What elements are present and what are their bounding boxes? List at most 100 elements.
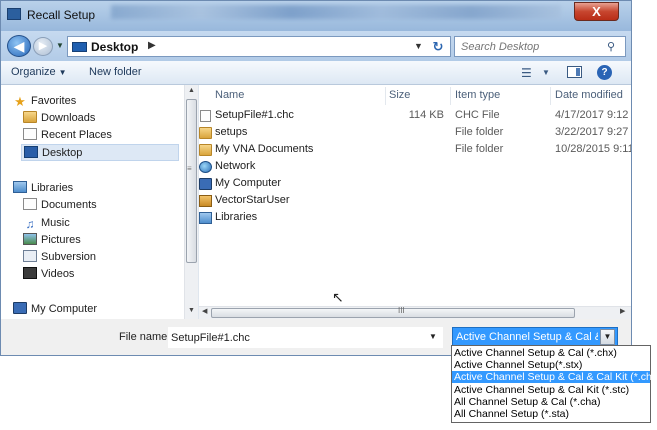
search-input[interactable] bbox=[461, 39, 599, 54]
nav-favorites-label: Favorites bbox=[31, 95, 77, 107]
navigation-row: ◀ ▶ ▼ Desktop ▶ ▼ ↻ ⚲ bbox=[1, 31, 631, 61]
music-icon: ♫ bbox=[25, 217, 35, 231]
search-box[interactable]: ⚲ bbox=[454, 36, 626, 57]
file-type-option[interactable]: Active Channel Setup(*.stx) bbox=[452, 359, 650, 371]
nav-my-computer[interactable]: My Computer bbox=[13, 301, 97, 318]
nav-scroll-thumb[interactable] bbox=[186, 99, 197, 263]
scroll-up-arrow-icon[interactable]: ▲ bbox=[188, 87, 195, 94]
column-divider[interactable] bbox=[450, 87, 451, 105]
file-name-dropdown-icon[interactable]: ▼ bbox=[429, 332, 437, 341]
scroll-left-arrow-icon[interactable]: ◀ bbox=[202, 307, 207, 315]
scroll-grip: III bbox=[398, 306, 405, 315]
nav-item-subversion[interactable]: Subversion bbox=[23, 249, 96, 266]
file-row[interactable]: Libraries bbox=[199, 210, 631, 227]
organize-label: Organize bbox=[11, 66, 56, 78]
organize-chevron-down-icon: ▼ bbox=[58, 68, 67, 77]
nav-item-label: Documents bbox=[41, 199, 97, 211]
forward-button[interactable]: ▶ bbox=[33, 37, 53, 56]
address-dropdown-icon[interactable]: ▼ bbox=[414, 41, 423, 51]
view-options-icon[interactable]: ☰ bbox=[521, 66, 532, 80]
nav-item-pictures[interactable]: Pictures bbox=[23, 232, 81, 249]
nav-item-videos[interactable]: Videos bbox=[23, 266, 74, 283]
file-type-filter-value: Active Channel Setup & Cal & I bbox=[456, 331, 598, 343]
file-icon bbox=[200, 110, 211, 122]
column-header-size[interactable]: Size bbox=[389, 89, 410, 101]
file-type-filter-select[interactable]: Active Channel Setup & Cal & I ▼ bbox=[452, 327, 618, 347]
nav-item-documents[interactable]: Documents bbox=[23, 197, 97, 214]
nav-item-downloads[interactable]: Downloads bbox=[23, 110, 95, 127]
file-type-option[interactable]: Active Channel Setup & Cal (*.chx) bbox=[452, 347, 650, 359]
file-row[interactable]: SetupFile#1.chc 114 KB CHC File 4/17/2017 9… bbox=[199, 108, 631, 125]
close-button[interactable]: X bbox=[574, 2, 619, 21]
nav-pane-scrollbar[interactable]: ▲ ▼ bbox=[184, 85, 198, 319]
breadcrumb-chevron-icon[interactable]: ▶ bbox=[148, 40, 156, 51]
subversion-icon bbox=[23, 250, 37, 262]
file-name: My Computer bbox=[215, 177, 282, 189]
column-header-name[interactable]: Name bbox=[215, 89, 244, 101]
breadcrumb-location[interactable]: Desktop bbox=[91, 40, 138, 54]
address-bar[interactable]: Desktop ▶ ▼ bbox=[67, 36, 451, 57]
videos-icon bbox=[23, 267, 37, 279]
nav-item-label: Subversion bbox=[41, 251, 97, 263]
documents-icon bbox=[23, 198, 37, 210]
desktop-icon bbox=[72, 42, 87, 52]
file-list: Name Size Item type Date modified SetupF… bbox=[199, 85, 631, 306]
recall-setup-dialog: Recall Setup X ◀ ▶ ▼ Desktop ▶ ▼ ↻ ⚲ Org… bbox=[0, 0, 632, 356]
window-icon bbox=[7, 8, 21, 20]
refresh-icon: ↻ bbox=[432, 39, 444, 54]
view-chevron-down-icon[interactable]: ▼ bbox=[542, 68, 550, 77]
file-list-horizontal-scrollbar[interactable]: ◀ III ▶ bbox=[199, 306, 631, 319]
file-name: setups bbox=[215, 126, 248, 138]
column-header-date-modified[interactable]: Date modified bbox=[555, 89, 623, 101]
recent-locations-chevron-icon[interactable]: ▼ bbox=[56, 41, 64, 50]
file-type-option[interactable]: Active Channel Setup & Cal Kit (*.stc) bbox=[452, 384, 650, 396]
column-header-item-type[interactable]: Item type bbox=[455, 89, 500, 101]
nav-libraries-label: Libraries bbox=[31, 182, 74, 194]
recent-places-icon bbox=[23, 128, 37, 140]
nav-item-label: Videos bbox=[41, 268, 75, 280]
folder-icon bbox=[199, 127, 212, 139]
file-type-option[interactable]: Active Channel Setup & Cal & Cal Kit (*.… bbox=[452, 371, 657, 384]
nav-favorites[interactable]: ★ Favorites bbox=[13, 93, 76, 110]
horizontal-scroll-thumb[interactable]: III bbox=[211, 306, 575, 318]
file-date: 4/17/2017 9:12 A bbox=[555, 109, 631, 121]
nav-item-music[interactable]: ♫ Music bbox=[23, 215, 70, 232]
new-folder-button[interactable]: New folder bbox=[89, 66, 142, 78]
file-name: Libraries bbox=[215, 211, 258, 223]
folder-icon bbox=[199, 144, 212, 156]
file-type-option[interactable]: All Channel Setup (*.sta) bbox=[452, 408, 650, 420]
nav-libraries[interactable]: Libraries bbox=[13, 180, 73, 197]
column-divider[interactable] bbox=[385, 87, 386, 105]
help-icon[interactable]: ? bbox=[597, 65, 612, 80]
back-button[interactable]: ◀ bbox=[7, 35, 31, 57]
file-size: 114 KB bbox=[408, 109, 444, 121]
file-row[interactable]: Network bbox=[199, 159, 631, 176]
organize-button[interactable]: Organize ▼ bbox=[11, 66, 67, 78]
preview-pane-icon[interactable] bbox=[567, 66, 582, 78]
file-row[interactable]: My VNA Documents File folder 10/28/2015 9:… bbox=[199, 142, 631, 159]
file-row[interactable]: VectorStarUser bbox=[199, 193, 631, 210]
file-date: 3/22/2017 9:27 A bbox=[555, 126, 631, 138]
desktop-icon bbox=[24, 146, 38, 158]
file-name: VectorStarUser bbox=[215, 194, 290, 206]
refresh-button[interactable]: ↻ bbox=[429, 38, 447, 55]
scroll-down-arrow-icon[interactable]: ▼ bbox=[188, 307, 195, 314]
file-name-input[interactable] bbox=[171, 330, 421, 345]
column-divider[interactable] bbox=[550, 87, 551, 105]
file-type-option[interactable]: All Channel Setup & Cal (*.cha) bbox=[452, 396, 650, 408]
nav-item-label: Downloads bbox=[41, 112, 96, 124]
file-name: SetupFile#1.chc bbox=[215, 109, 294, 121]
user-folder-icon bbox=[199, 195, 212, 207]
search-icon[interactable]: ⚲ bbox=[607, 40, 615, 53]
scroll-right-arrow-icon[interactable]: ▶ bbox=[620, 307, 625, 315]
nav-item-desktop[interactable]: Desktop bbox=[21, 144, 179, 161]
nav-item-label: Recent Places bbox=[41, 129, 112, 141]
pictures-icon bbox=[23, 233, 37, 245]
filter-chevron-down-icon[interactable]: ▼ bbox=[600, 329, 615, 345]
file-row[interactable]: My Computer bbox=[199, 176, 631, 193]
downloads-folder-icon bbox=[23, 111, 37, 123]
pane-splitter-grip[interactable]: ≡ bbox=[187, 164, 192, 173]
nav-item-recent-places[interactable]: Recent Places bbox=[23, 127, 112, 144]
file-name-combobox[interactable]: ▼ bbox=[168, 327, 443, 348]
file-row[interactable]: setups File folder 3/22/2017 9:27 A bbox=[199, 125, 631, 142]
